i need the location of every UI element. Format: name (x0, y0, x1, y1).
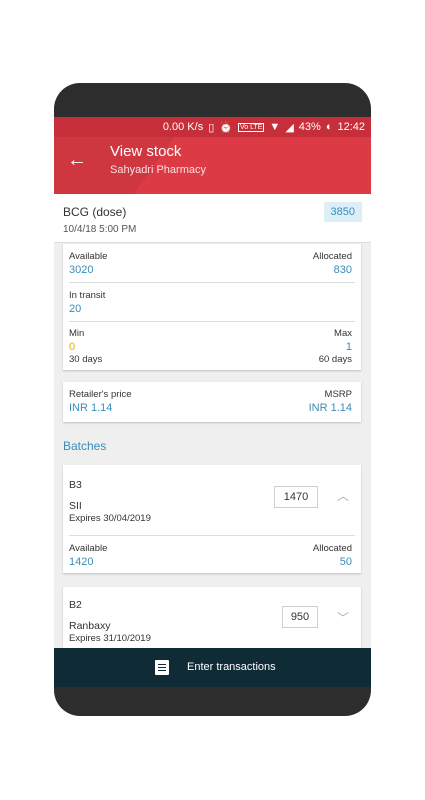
stock-card: Available 3020 Allocated 830 In transit … (63, 244, 361, 370)
divider (69, 282, 355, 283)
sync-icon: ◐ (325, 121, 333, 133)
allocated-value: 830 (333, 264, 352, 276)
batch-id: B3 (69, 479, 82, 491)
transit-label: In transit (69, 290, 106, 301)
enter-transactions-label: Enter transactions (187, 661, 276, 673)
back-arrow-icon[interactable]: ← (66, 149, 88, 171)
available-label: Available (69, 251, 108, 262)
min-label: Min (69, 328, 85, 339)
enter-transactions-button[interactable]: Enter transactions (54, 648, 371, 687)
product-header: BCG (dose) 10/4/18 5:00 PM 3850 (54, 194, 371, 243)
batch-expiry: Expires 31/10/2019 (69, 633, 151, 644)
clock: 12:42 (337, 121, 365, 133)
allocated-label: Allocated (312, 251, 352, 262)
divider (69, 321, 355, 322)
product-quantity-badge: 3850 (323, 202, 362, 222)
alarm-icon: ⏰ (219, 121, 233, 134)
min-days: 30 days (69, 354, 103, 365)
signal-icon: ◢ (285, 121, 294, 134)
vibrate-icon: ▯ (208, 121, 215, 134)
chevron-up-icon[interactable]: ︿ (337, 487, 349, 504)
battery-level: 43% (298, 121, 321, 133)
transit-value: 20 (69, 303, 82, 315)
price-card: Retailer's price INR 1.14 MSRP INR 1.14 (63, 382, 361, 422)
app-bar: ← View stock Sahyadri Pharmacy (54, 137, 371, 194)
page-title: View stock (110, 143, 182, 160)
document-icon (155, 660, 169, 675)
app-screen: 0.00 K/s ▯ ⏰ Vo LTE ▼ ◢ 43% ◐ 12:42 ← Vi… (54, 117, 371, 687)
retailer-price-value: INR 1.14 (69, 402, 113, 414)
batch-available-label: Available (69, 543, 108, 554)
msrp-label: MSRP (324, 389, 352, 400)
batch-quantity-field[interactable]: 1470 (274, 486, 318, 508)
batch-id: B2 (69, 599, 82, 611)
max-days: 60 days (318, 354, 352, 365)
product-name: BCG (dose) (63, 205, 127, 219)
batch-allocated-label: Allocated (312, 543, 352, 554)
batches-title: Batches (63, 439, 107, 453)
batch-available-value: 1420 (69, 556, 94, 568)
retailer-price-label: Retailer's price (69, 389, 132, 400)
batch-maker: SII (69, 500, 82, 512)
batch-allocated-value: 50 (339, 556, 352, 568)
available-value: 3020 (69, 264, 94, 276)
chevron-down-icon[interactable]: ﹀ (337, 609, 349, 626)
lte-badge: Vo LTE (237, 122, 265, 132)
wifi-icon: ▼ (269, 121, 281, 133)
net-speed: 0.00 K/s (162, 121, 204, 133)
max-label: Max (334, 328, 352, 339)
batch-maker: Ranbaxy (69, 620, 111, 632)
batch-card[interactable]: B3 SII Expires 30/04/2019 1470 ︿ Availab… (63, 465, 361, 573)
batch-expiry: Expires 30/04/2019 (69, 513, 151, 524)
min-value: 0 (69, 341, 76, 353)
divider (69, 535, 355, 536)
status-bar: 0.00 K/s ▯ ⏰ Vo LTE ▼ ◢ 43% ◐ 12:42 (54, 117, 371, 137)
msrp-value: INR 1.14 (308, 402, 352, 414)
page-subtitle: Sahyadri Pharmacy (110, 164, 206, 176)
max-value: 1 (345, 341, 352, 353)
batch-quantity-field[interactable]: 950 (282, 606, 318, 628)
batch-card[interactable]: B2 Ranbaxy Expires 31/10/2019 950 ﹀ (63, 587, 361, 657)
product-date: 10/4/18 5:00 PM (63, 224, 137, 235)
